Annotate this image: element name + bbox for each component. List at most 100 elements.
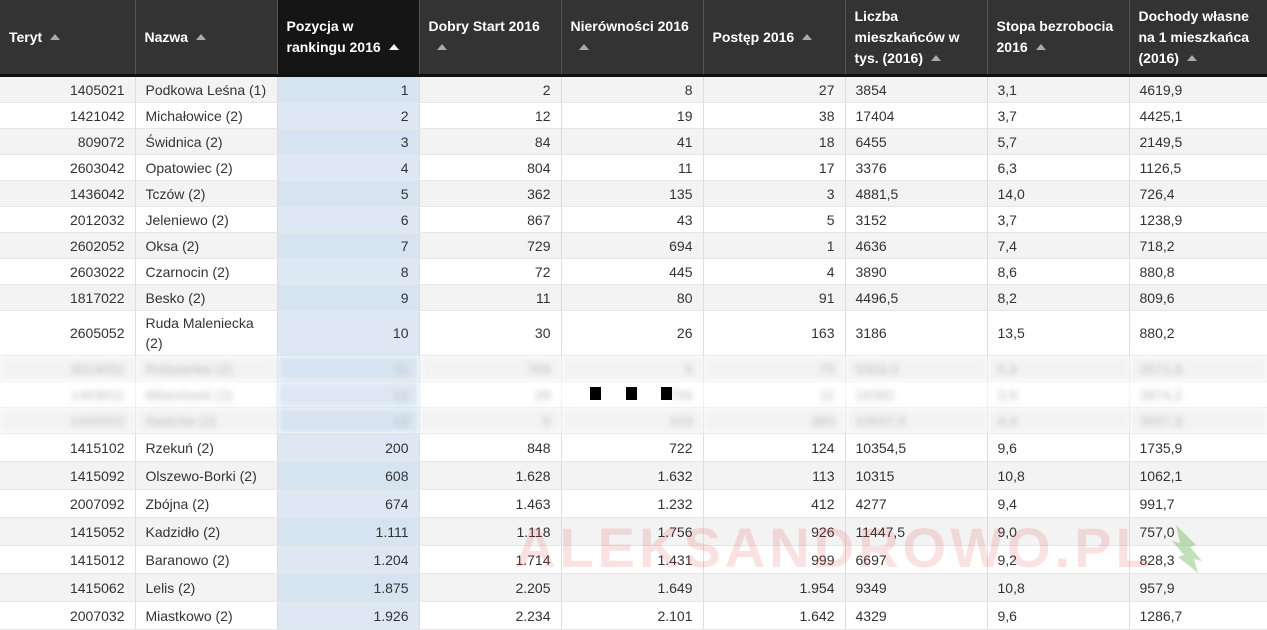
cell-nazwa: Oksa (2) <box>135 232 278 259</box>
cell-nazwa: Zbójna (2) <box>135 489 278 518</box>
column-header-label: Liczba mieszkańców w tys. (2016) <box>854 7 960 66</box>
cell-postep: 412 <box>703 489 846 518</box>
table-row[interactable]: 2603022 Czarnocin (2) 8 72 445 4 3890 8,6 880,8 <box>0 258 1267 285</box>
table-row[interactable]: 1415012 Baranowo (2) 1.204 1.714 1.431 999 669… <box>0 545 1267 574</box>
cell-teryt: 1415012 <box>0 545 136 574</box>
cell-liczba-mieszkancow: 4277 <box>845 489 988 518</box>
table-row[interactable]: 3014052 Robylanka (2) 11 769 5 75 5303,5 5,4 257… <box>0 355 1267 382</box>
cell-nazwa: Baranowo (2) <box>135 545 278 574</box>
cell-pozycja: 3 <box>277 128 420 155</box>
table-row[interactable]: 2007092 Zbójna (2) 674 1.463 1.232 412 4277 9,4… <box>0 489 1267 518</box>
cell-nazwa: Sadzów (2) <box>135 407 278 434</box>
cell-dobry-start: 30 <box>419 310 562 356</box>
cell-dobry-start: 848 <box>419 433 562 462</box>
cell-nazwa: Besko (2) <box>135 284 278 311</box>
cell-pozycja: 1.204 <box>277 545 420 574</box>
cell-liczba-mieszkancow: 5303,5 <box>845 355 988 382</box>
cell-postep: 926 <box>703 517 846 546</box>
cell-pozycja: 2 <box>277 102 420 129</box>
column-header-dochody[interactable]: Dochody własne na 1 mieszkańca (2016) <box>1129 0 1267 77</box>
table-row[interactable]: 2602052 Oksa (2) 7 729 694 1 4636 7,4 718,2 <box>0 232 1267 259</box>
table-row[interactable]: 2007032 Miastkowo (2) 1.926 2.234 2.101 1.642… <box>0 601 1267 630</box>
table-row[interactable]: 809072 Świdnica (2) 3 84 41 18 6455 5,7 2149,5 <box>0 128 1267 155</box>
sort-arrow-icon[interactable] <box>930 54 941 61</box>
cell-liczba-mieszkancow: 3854 <box>845 75 988 103</box>
cell-postep: 5 <box>703 206 846 233</box>
cell-nierownosci: 1.756 <box>561 517 704 546</box>
cell-postep: 17 <box>703 154 846 181</box>
cell-dobry-start: 2 <box>419 75 562 103</box>
table-row[interactable]: 2603042 Opatowiec (2) 4 804 11 17 3376 6,3 1126,… <box>0 154 1267 181</box>
cell-dobry-start: 12 <box>419 102 562 129</box>
table-row[interactable]: 1421042 Michałowice (2) 2 12 19 38 17404 3,7 442… <box>0 102 1267 129</box>
cell-pozycja: 4 <box>277 154 420 181</box>
column-header-dobry-start[interactable]: Dobry Start 2016 <box>419 0 562 77</box>
cell-dobry-start: 867 <box>419 206 562 233</box>
cell-stopa-bezrobocia: 14,0 <box>987 180 1130 207</box>
cell-dochody: 880,8 <box>1129 258 1267 285</box>
sort-arrow-icon[interactable] <box>196 33 207 40</box>
cell-stopa-bezrobocia: 10,8 <box>987 461 1130 490</box>
cell-nierownosci: 5 <box>561 355 704 382</box>
sort-arrow-icon[interactable] <box>802 33 813 40</box>
cell-dochody: 2874,2 <box>1129 381 1267 408</box>
cell-dobry-start: 362 <box>419 180 562 207</box>
sort-arrow-icon[interactable] <box>578 44 589 50</box>
column-header-stopa-bezrobocia[interactable]: Stopa bezrobocia 2016 <box>987 0 1130 77</box>
cell-nierownosci: 41 <box>561 128 704 155</box>
table-row[interactable]: 1432022 Sadzów (2) 13 5 103 383 10937,5 4,4 3057… <box>0 407 1267 434</box>
cell-postep: 18 <box>703 128 846 155</box>
table-row[interactable]: 1405021 Podkowa Leśna (1) 1 2 8 27 3854 3,1 4619… <box>0 75 1267 103</box>
cell-nazwa: Rzekuń (2) <box>135 433 278 462</box>
cell-pozycja: 5 <box>277 180 420 207</box>
cell-nierownosci: 43 <box>561 206 704 233</box>
cell-dobry-start: 804 <box>419 154 562 181</box>
sort-arrow-icon[interactable] <box>436 44 447 50</box>
cell-postep: 383 <box>703 407 846 434</box>
table-row[interactable]: 1817022 Besko (2) 9 11 80 91 4496,5 8,2 809,6 <box>0 284 1267 311</box>
table-row[interactable]: 1415102 Rzekuń (2) 200 848 722 124 10354,5 9,6 1… <box>0 433 1267 462</box>
column-header-liczba-mieszkancow[interactable]: Liczba mieszkańców w tys. (2016) <box>845 0 988 77</box>
ellipsis-gap-marker <box>590 387 680 401</box>
cell-liczba-mieszkancow: 16362 <box>845 381 988 408</box>
cell-dochody: 1126,5 <box>1129 154 1267 181</box>
sort-arrow-icon[interactable] <box>50 33 61 40</box>
cell-nierownosci: 8 <box>561 75 704 103</box>
table-row[interactable]: 2012032 Jeleniewo (2) 6 867 43 5 3152 3,7 1238,9 <box>0 206 1267 233</box>
column-header-nazwa[interactable]: Nazwa <box>135 0 278 77</box>
cell-teryt: 2007092 <box>0 489 136 518</box>
table-row[interactable]: 1415062 Lelis (2) 1.875 2.205 1.649 1.954 9349… <box>0 573 1267 602</box>
cell-postep: 27 <box>703 75 846 103</box>
cell-teryt: 1432022 <box>0 407 136 434</box>
column-header-label: Pozycja w rankingu 2016 <box>286 18 381 55</box>
column-header-nierownosci[interactable]: Nierówności 2016 <box>561 0 704 77</box>
cell-postep: 3 <box>703 180 846 207</box>
cell-dochody: 718,2 <box>1129 232 1267 259</box>
cell-teryt: 2602052 <box>0 232 136 259</box>
sort-arrow-icon[interactable] <box>388 44 399 50</box>
table-row[interactable]: 2605052 Ruda Maleniecka (2) 10 30 26 163 3186 1… <box>0 310 1267 356</box>
cell-teryt: 3014052 <box>0 355 136 382</box>
cell-nazwa: Świdnica (2) <box>135 128 278 155</box>
cell-nierownosci: 1.232 <box>561 489 704 518</box>
table-row[interactable]: 1436042 Tczów (2) 5 362 135 3 4881,5 14,0 726,4 <box>0 180 1267 207</box>
cell-stopa-bezrobocia: 5,7 <box>987 128 1130 155</box>
cell-pozycja: 7 <box>277 232 420 259</box>
cell-liczba-mieszkancow: 10937,5 <box>845 407 988 434</box>
column-header-pozycja[interactable]: Pozycja w rankingu 2016 <box>277 0 420 77</box>
cell-nierownosci: 722 <box>561 433 704 462</box>
cell-teryt: 1415062 <box>0 573 136 602</box>
cell-teryt: 1405021 <box>0 75 136 103</box>
sort-arrow-icon[interactable] <box>1186 54 1197 61</box>
column-header-teryt[interactable]: Teryt <box>0 0 136 77</box>
table-row[interactable]: 1415092 Olszewo-Borki (2) 608 1.628 1.632 113… <box>0 461 1267 490</box>
cell-stopa-bezrobocia: 3,7 <box>987 102 1130 129</box>
sort-arrow-icon[interactable] <box>1035 44 1046 50</box>
cell-nierownosci: 135 <box>561 180 704 207</box>
cell-dochody: 880,2 <box>1129 310 1267 356</box>
cell-teryt: 1421042 <box>0 102 136 129</box>
table-row[interactable]: 1415052 Kadzidło (2) 1.111 1.118 1.756 926 114… <box>0 517 1267 546</box>
cell-stopa-bezrobocia: 3,9 <box>987 381 1130 408</box>
column-header-postep[interactable]: Postęp 2016 <box>703 0 846 77</box>
cell-pozycja: 1.875 <box>277 573 420 602</box>
